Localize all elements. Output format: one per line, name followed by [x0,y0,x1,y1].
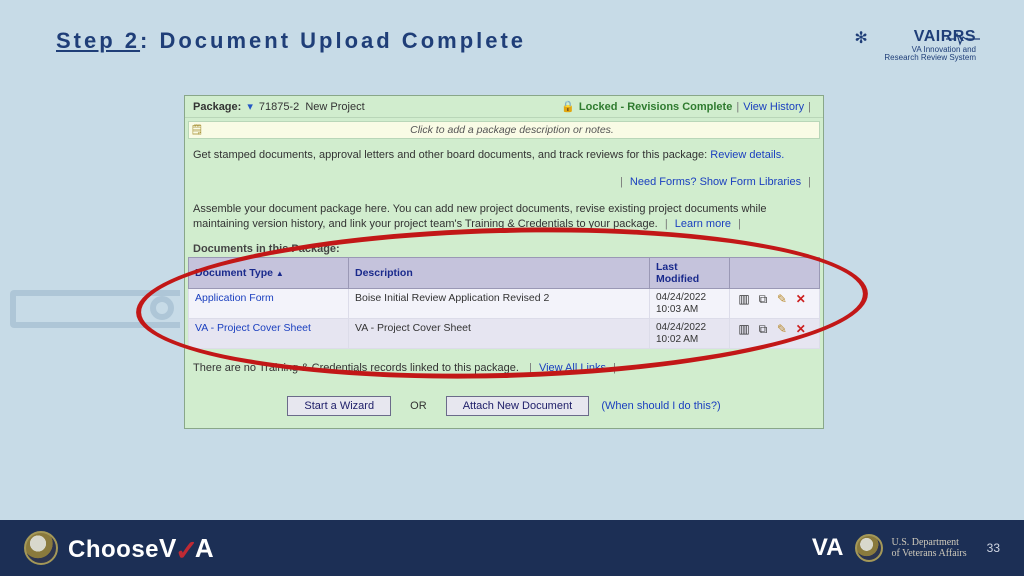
title-rest: : Document Upload Complete [140,28,526,53]
lock-text: Locked - Revisions Complete [579,101,732,113]
va-seal-icon [24,531,58,565]
when-should-link[interactable]: (When should I do this?) [601,400,720,412]
description-bar[interactable]: 🗒 Click to add a package description or … [188,121,820,139]
step-label: Step 2 [56,28,140,53]
table-row: Application Form Boise Initial Review Ap… [189,289,820,319]
checkmark-icon: ✓ [175,541,199,561]
review-details-link[interactable]: Review details. [710,149,784,161]
lock-icon: 🔒 [561,100,575,113]
vairrs-sub2: Research Review System [884,54,976,63]
view-all-links[interactable]: View All Links [539,362,606,374]
or-label: OR [394,400,443,412]
delete-icon[interactable]: ✕ [794,292,808,306]
vairrs-pulse-icon [946,32,980,46]
training-credentials-info: There are no Training & Credentials reco… [185,355,823,382]
th-actions [730,258,820,289]
th-description[interactable]: Description [349,258,650,289]
page-icon[interactable]: ▥ [737,292,751,306]
dept-text: U.S. Departmentof Veterans Affairs [891,537,966,559]
stamped-text: Get stamped documents, approval letters … [193,149,707,161]
page-title: Step 2: Document Upload Complete [56,28,526,54]
choose-va-logo: Choose V✓A [68,533,214,564]
doc-desc: Boise Initial Review Application Revised… [349,289,650,319]
note-icon: 🗒 [189,125,205,136]
th-last-modified[interactable]: Last Modified [650,258,730,289]
slide-footer: Choose V✓A VA U.S. Departmentof Veterans… [0,520,1024,576]
va-mark: VA [812,534,844,562]
vairrs-logo: ✻ VAIRRS VA Innovation and Research Revi… [866,28,976,63]
docs-in-package-label: Documents in this Package: [185,237,823,257]
doc-type-link[interactable]: Application Form [195,292,274,304]
doc-actions: ▥ ⧉ ✎ ✕ [730,319,820,349]
documents-table: Document Type ▲ Description Last Modifie… [188,257,820,349]
package-dropdown-icon[interactable]: ▾ [247,100,253,113]
package-label: Package: [193,101,241,113]
separator: | [732,101,743,113]
th-document-type[interactable]: Document Type ▲ [189,258,349,289]
doc-modified: 04/24/202210:02 AM [650,319,730,349]
edit-icon[interactable]: ✎ [775,292,789,306]
no-training-text: There are no Training & Credentials reco… [193,362,519,374]
copy-icon[interactable]: ⧉ [756,292,770,307]
doc-desc: VA - Project Cover Sheet [349,319,650,349]
package-id: 71875-2 [259,101,299,113]
page-icon[interactable]: ▥ [737,322,751,336]
view-history-link[interactable]: View History [743,101,804,113]
note-placeholder: Click to add a package description or no… [205,124,819,136]
package-panel: Package: ▾ 71875-2 New Project 🔒 Locked … [184,95,824,429]
edit-icon[interactable]: ✎ [775,322,789,336]
table-row: VA - Project Cover Sheet VA - Project Co… [189,319,820,349]
delete-icon[interactable]: ✕ [794,322,808,336]
page-number: 33 [987,541,1000,555]
need-forms-link[interactable]: Need Forms? Show Form Libraries [630,176,801,188]
lock-status: 🔒 Locked - Revisions Complete [561,100,732,113]
attach-new-document-button[interactable]: Attach New Document [446,396,589,416]
copy-icon[interactable]: ⧉ [756,322,770,337]
assemble-info: Assemble your document package here. You… [185,196,823,238]
learn-more-link[interactable]: Learn more [675,218,731,230]
sort-asc-icon: ▲ [276,269,284,278]
doc-actions: ▥ ⧉ ✎ ✕ [730,289,820,319]
package-name: New Project [305,101,364,113]
stamped-info: Get stamped documents, approval letters … [185,142,823,169]
start-wizard-button[interactable]: Start a Wizard [287,396,391,416]
watermark-shape [150,296,174,320]
va-seal-icon [855,534,883,562]
vairrs-node-icon: ✻ [854,30,867,48]
doc-type-link[interactable]: VA - Project Cover Sheet [195,322,311,334]
separator: | [804,101,815,113]
doc-modified: 04/24/202210:03 AM [650,289,730,319]
